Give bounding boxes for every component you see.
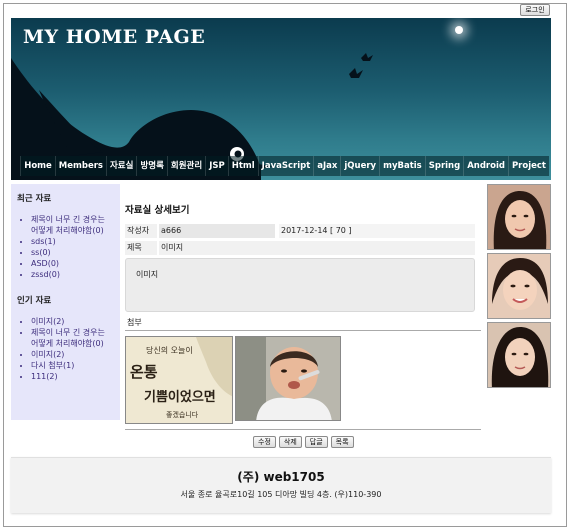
footer: (주) web1705 서울 종로 율곡로10길 105 디아망 빌딩 4층. … <box>11 457 551 513</box>
portrait-2[interactable] <box>487 253 551 319</box>
calligraphy-line-3: 기쁨이었으면 <box>144 389 216 405</box>
company-name: (주) web1705 <box>237 470 325 484</box>
date-views: 2017-12-14 [ 70 ] <box>279 224 475 238</box>
main-nav: Home Members 자료실 방명록 회원관리 JSP Html JavaS… <box>20 156 549 176</box>
side-banner <box>487 184 551 391</box>
portrait-1[interactable] <box>487 184 551 250</box>
divider <box>125 429 481 430</box>
recent-item[interactable]: zssd(0) <box>31 269 114 280</box>
calligraphy-line-1: 당신의 오늘이 <box>146 345 193 355</box>
nav-ajax[interactable]: aJax <box>313 156 341 176</box>
portrait-image-2 <box>488 254 550 318</box>
popular-item[interactable]: 다시 첨부(1) <box>31 360 114 371</box>
popular-heading: 인기 자료 <box>17 296 52 306</box>
nav-archive[interactable]: 자료실 <box>105 156 137 176</box>
header-banner: MY HOME PAGE Home Members 자료실 방명록 회원관리 J… <box>11 18 551 180</box>
nav-mybatis[interactable]: myBatis <box>379 156 425 176</box>
small-bird-icon-2 <box>361 53 373 61</box>
edit-button[interactable]: 수정 <box>253 436 276 448</box>
delete-button[interactable]: 삭제 <box>278 436 302 448</box>
popular-list: 이미지(2) 제목이 너무 긴 경우는 어떻게 처리해야함(0) 이미지(2) … <box>31 316 114 382</box>
company-address: 서울 종로 율곡로10길 105 디아망 빌딩 4층. (우)110-390 <box>180 490 382 499</box>
portrait-image-1 <box>488 185 550 249</box>
recent-item[interactable]: sds(1) <box>31 236 114 247</box>
nav-members[interactable]: Members <box>54 156 106 176</box>
list-button[interactable]: 목록 <box>330 436 354 448</box>
attachment-image-2[interactable] <box>235 336 341 421</box>
attachment-image-1[interactable]: 당신의 오늘이 온통 기쁨이었으면 좋겠습니다 <box>125 336 233 424</box>
calligraphy-line-4: 좋겠습니다 <box>166 410 199 419</box>
recent-list: 제목이 너무 긴 경우는 어떻게 처리해야함(0) sds(1) ss(0) A… <box>31 214 114 280</box>
popular-item[interactable]: 111(2) <box>31 371 114 382</box>
nav-home[interactable]: Home <box>20 156 55 176</box>
writer-value: a666 <box>159 224 275 238</box>
attach-label: 첨부 <box>127 318 142 327</box>
portrait-image-3 <box>488 323 550 387</box>
popular-item[interactable]: 이미지(2) <box>31 316 114 327</box>
recent-item[interactable]: ss(0) <box>31 247 114 258</box>
action-buttons: 수정 삭제 답글 목록 <box>253 436 354 448</box>
popular-item[interactable]: 제목이 너무 긴 경우는 어떻게 처리해야함(0) <box>31 327 114 349</box>
nav-spring[interactable]: Spring <box>424 156 464 176</box>
nav-html[interactable]: Html <box>227 156 258 176</box>
nav-jquery[interactable]: jQuery <box>340 156 380 176</box>
reply-button[interactable]: 답글 <box>304 436 328 448</box>
page-title: 자료실 상세보기 <box>125 205 190 216</box>
title-value: 이미지 <box>159 241 475 255</box>
calligraphy-line-2: 온통 <box>130 363 158 381</box>
nav-member-admin[interactable]: 회원관리 <box>166 156 206 176</box>
calligraphy-image: 당신의 오늘이 온통 기쁨이었으면 좋겠습니다 <box>126 337 232 423</box>
nav-jsp[interactable]: JSP <box>205 156 228 176</box>
recent-heading: 최근 자료 <box>17 194 52 204</box>
popular-item[interactable]: 이미지(2) <box>31 349 114 360</box>
writer-label: 작성자 <box>125 224 157 238</box>
title-label: 제목 <box>125 241 157 255</box>
recent-item[interactable]: ASD(0) <box>31 258 114 269</box>
nav-android[interactable]: Android <box>463 156 508 176</box>
nav-javascript[interactable]: JavaScript <box>257 156 314 176</box>
recent-item[interactable]: 제목이 너무 긴 경우는 어떻게 처리해야함(0) <box>31 214 114 236</box>
login-button[interactable]: 로그인 <box>520 4 550 16</box>
small-bird-icon <box>349 68 363 78</box>
child-eating-image <box>236 337 340 420</box>
portrait-3[interactable] <box>487 322 551 388</box>
content-box: 이미지 <box>125 258 475 312</box>
nav-project[interactable]: Project <box>507 156 549 176</box>
sidebar: 최근 자료 제목이 너무 긴 경우는 어떻게 처리해야함(0) sds(1) s… <box>11 184 120 420</box>
divider <box>125 330 481 331</box>
nav-guestbook[interactable]: 방명록 <box>136 156 167 176</box>
